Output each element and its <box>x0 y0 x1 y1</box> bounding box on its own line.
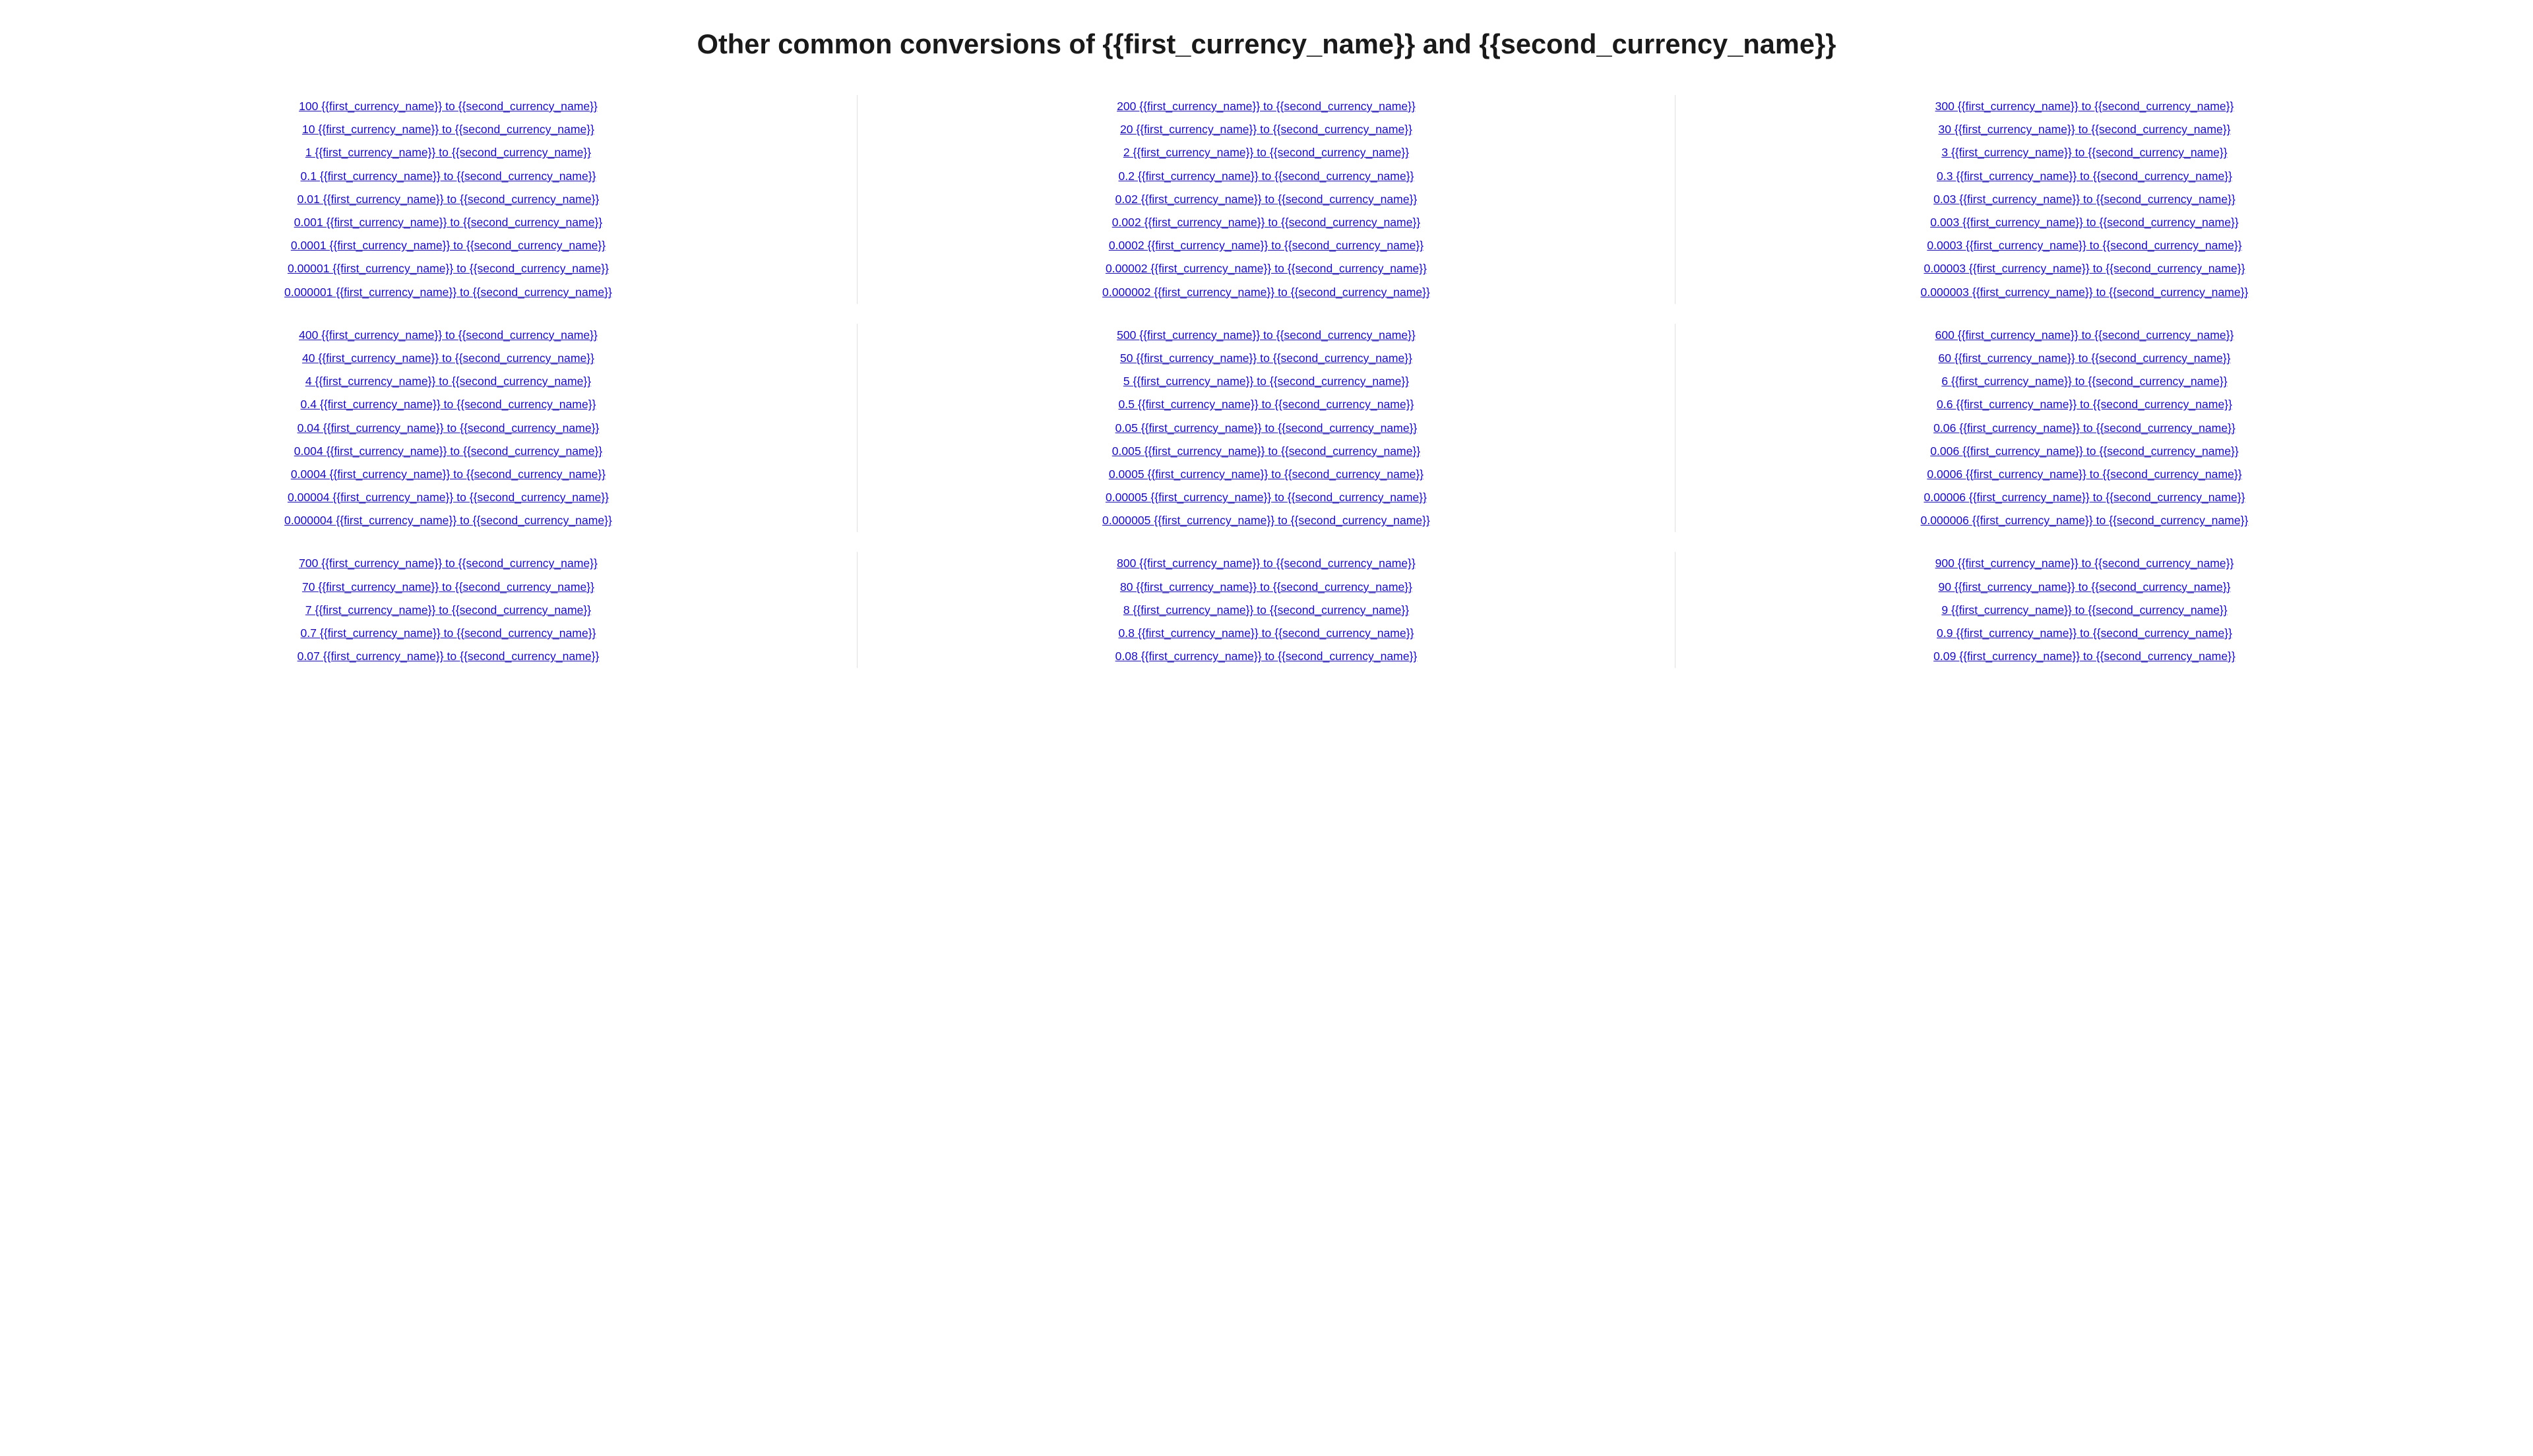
conversion-link[interactable]: 0.0005 {{first_currency_name}} to {{seco… <box>871 463 1662 486</box>
conversion-link[interactable]: 1 {{first_currency_name}} to {{second_cu… <box>53 141 844 164</box>
conversion-link[interactable]: 700 {{first_currency_name}} to {{second_… <box>53 552 844 575</box>
conversion-link[interactable]: 500 {{first_currency_name}} to {{second_… <box>871 324 1662 347</box>
conversion-link[interactable]: 0.6 {{first_currency_name}} to {{second_… <box>1689 393 2480 416</box>
conversion-column: 100 {{first_currency_name}} to {{second_… <box>40 95 858 304</box>
conversion-link[interactable]: 50 {{first_currency_name}} to {{second_c… <box>871 347 1662 370</box>
conversion-link[interactable]: 9 {{first_currency_name}} to {{second_cu… <box>1689 599 2480 622</box>
conversion-link[interactable]: 3 {{first_currency_name}} to {{second_cu… <box>1689 141 2480 164</box>
conversion-link[interactable]: 0.08 {{first_currency_name}} to {{second… <box>871 645 1662 668</box>
conversion-link[interactable]: 0.5 {{first_currency_name}} to {{second_… <box>871 393 1662 416</box>
conversion-column: 300 {{first_currency_name}} to {{second_… <box>1675 95 2493 304</box>
conversion-link[interactable]: 0.07 {{first_currency_name}} to {{second… <box>53 645 844 668</box>
conversion-link[interactable]: 0.0004 {{first_currency_name}} to {{seco… <box>53 463 844 486</box>
conversion-link[interactable]: 0.03 {{first_currency_name}} to {{second… <box>1689 188 2480 211</box>
conversion-link[interactable]: 0.0003 {{first_currency_name}} to {{seco… <box>1689 234 2480 257</box>
conversion-link[interactable]: 0.2 {{first_currency_name}} to {{second_… <box>871 165 1662 188</box>
group-separator <box>40 304 2493 324</box>
conversion-link[interactable]: 0.000002 {{first_currency_name}} to {{se… <box>871 281 1662 304</box>
conversion-link[interactable]: 40 {{first_currency_name}} to {{second_c… <box>53 347 844 370</box>
conversion-column: 600 {{first_currency_name}} to {{second_… <box>1675 324 2493 533</box>
conversion-link[interactable]: 0.09 {{first_currency_name}} to {{second… <box>1689 645 2480 668</box>
conversion-link[interactable]: 10 {{first_currency_name}} to {{second_c… <box>53 118 844 141</box>
conversion-link[interactable]: 0.06 {{first_currency_name}} to {{second… <box>1689 417 2480 440</box>
conversion-link[interactable]: 0.006 {{first_currency_name}} to {{secon… <box>1689 440 2480 463</box>
conversion-link[interactable]: 0.001 {{first_currency_name}} to {{secon… <box>53 211 844 234</box>
conversion-link[interactable]: 0.000005 {{first_currency_name}} to {{se… <box>871 509 1662 532</box>
conversion-link[interactable]: 0.8 {{first_currency_name}} to {{second_… <box>871 622 1662 645</box>
conversion-link[interactable]: 2 {{first_currency_name}} to {{second_cu… <box>871 141 1662 164</box>
conversion-link[interactable]: 0.000006 {{first_currency_name}} to {{se… <box>1689 509 2480 532</box>
conversion-link[interactable]: 0.7 {{first_currency_name}} to {{second_… <box>53 622 844 645</box>
conversion-column: 700 {{first_currency_name}} to {{second_… <box>40 552 858 668</box>
conversion-link[interactable]: 900 {{first_currency_name}} to {{second_… <box>1689 552 2480 575</box>
conversion-link[interactable]: 0.0006 {{first_currency_name}} to {{seco… <box>1689 463 2480 486</box>
conversion-link[interactable]: 90 {{first_currency_name}} to {{second_c… <box>1689 576 2480 599</box>
conversion-link[interactable]: 0.1 {{first_currency_name}} to {{second_… <box>53 165 844 188</box>
group-separator <box>40 532 2493 552</box>
conversion-link[interactable]: 0.3 {{first_currency_name}} to {{second_… <box>1689 165 2480 188</box>
conversion-link[interactable]: 0.00001 {{first_currency_name}} to {{sec… <box>53 257 844 280</box>
conversion-link[interactable]: 400 {{first_currency_name}} to {{second_… <box>53 324 844 347</box>
conversion-link[interactable]: 800 {{first_currency_name}} to {{second_… <box>871 552 1662 575</box>
conversion-link[interactable]: 0.000001 {{first_currency_name}} to {{se… <box>53 281 844 304</box>
conversion-link[interactable]: 7 {{first_currency_name}} to {{second_cu… <box>53 599 844 622</box>
conversion-link[interactable]: 0.05 {{first_currency_name}} to {{second… <box>871 417 1662 440</box>
conversion-link[interactable]: 0.00003 {{first_currency_name}} to {{sec… <box>1689 257 2480 280</box>
conversion-column: 500 {{first_currency_name}} to {{second_… <box>858 324 1675 533</box>
conversion-column: 900 {{first_currency_name}} to {{second_… <box>1675 552 2493 668</box>
conversion-link[interactable]: 0.005 {{first_currency_name}} to {{secon… <box>871 440 1662 463</box>
conversion-column: 400 {{first_currency_name}} to {{second_… <box>40 324 858 533</box>
conversion-column: 200 {{first_currency_name}} to {{second_… <box>858 95 1675 304</box>
conversion-link[interactable]: 0.0002 {{first_currency_name}} to {{seco… <box>871 234 1662 257</box>
conversion-link[interactable]: 600 {{first_currency_name}} to {{second_… <box>1689 324 2480 347</box>
conversion-link[interactable]: 200 {{first_currency_name}} to {{second_… <box>871 95 1662 118</box>
conversion-link[interactable]: 0.04 {{first_currency_name}} to {{second… <box>53 417 844 440</box>
conversion-link[interactable]: 60 {{first_currency_name}} to {{second_c… <box>1689 347 2480 370</box>
conversion-group-2: 400 {{first_currency_name}} to {{second_… <box>40 324 2493 533</box>
conversion-link[interactable]: 0.000004 {{first_currency_name}} to {{se… <box>53 509 844 532</box>
conversion-link[interactable]: 0.0001 {{first_currency_name}} to {{seco… <box>53 234 844 257</box>
conversion-link[interactable]: 0.00004 {{first_currency_name}} to {{sec… <box>53 486 844 509</box>
conversion-link[interactable]: 0.02 {{first_currency_name}} to {{second… <box>871 188 1662 211</box>
page-title: Other common conversions of {{first_curr… <box>40 26 2493 62</box>
conversion-link[interactable]: 0.003 {{first_currency_name}} to {{secon… <box>1689 211 2480 234</box>
conversion-link[interactable]: 0.004 {{first_currency_name}} to {{secon… <box>53 440 844 463</box>
conversion-link[interactable]: 6 {{first_currency_name}} to {{second_cu… <box>1689 370 2480 393</box>
conversion-link[interactable]: 0.01 {{first_currency_name}} to {{second… <box>53 188 844 211</box>
conversion-column: 800 {{first_currency_name}} to {{second_… <box>858 552 1675 668</box>
conversion-link[interactable]: 5 {{first_currency_name}} to {{second_cu… <box>871 370 1662 393</box>
conversion-link[interactable]: 20 {{first_currency_name}} to {{second_c… <box>871 118 1662 141</box>
conversion-link[interactable]: 0.4 {{first_currency_name}} to {{second_… <box>53 393 844 416</box>
conversion-link[interactable]: 8 {{first_currency_name}} to {{second_cu… <box>871 599 1662 622</box>
conversion-group-1: 100 {{first_currency_name}} to {{second_… <box>40 95 2493 304</box>
conversion-link[interactable]: 300 {{first_currency_name}} to {{second_… <box>1689 95 2480 118</box>
conversion-link[interactable]: 0.9 {{first_currency_name}} to {{second_… <box>1689 622 2480 645</box>
conversion-group-3: 700 {{first_currency_name}} to {{second_… <box>40 552 2493 668</box>
conversion-link[interactable]: 100 {{first_currency_name}} to {{second_… <box>53 95 844 118</box>
conversion-link[interactable]: 0.00006 {{first_currency_name}} to {{sec… <box>1689 486 2480 509</box>
conversion-link[interactable]: 4 {{first_currency_name}} to {{second_cu… <box>53 370 844 393</box>
conversion-link[interactable]: 0.00005 {{first_currency_name}} to {{sec… <box>871 486 1662 509</box>
conversion-link[interactable]: 30 {{first_currency_name}} to {{second_c… <box>1689 118 2480 141</box>
conversion-link[interactable]: 0.002 {{first_currency_name}} to {{secon… <box>871 211 1662 234</box>
conversion-link[interactable]: 0.000003 {{first_currency_name}} to {{se… <box>1689 281 2480 304</box>
conversion-link[interactable]: 70 {{first_currency_name}} to {{second_c… <box>53 576 844 599</box>
conversion-link[interactable]: 0.00002 {{first_currency_name}} to {{sec… <box>871 257 1662 280</box>
conversion-link[interactable]: 80 {{first_currency_name}} to {{second_c… <box>871 576 1662 599</box>
